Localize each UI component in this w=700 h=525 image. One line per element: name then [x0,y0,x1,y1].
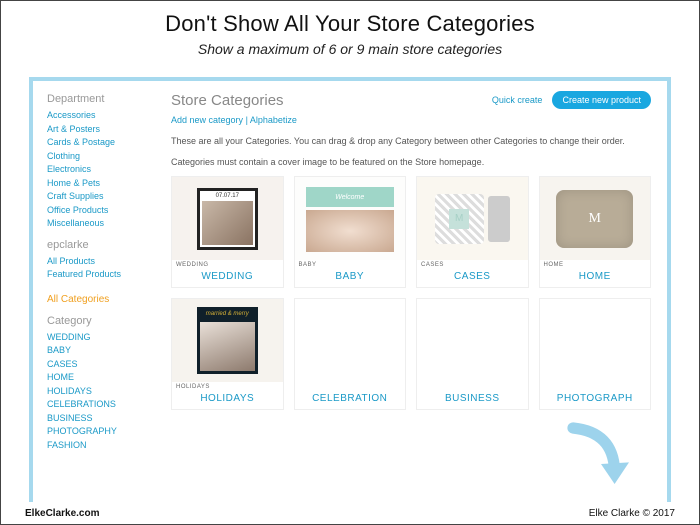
category-card-baby[interactable]: Welcome BABY BABY [294,176,407,288]
quick-create-link[interactable]: Quick create [492,95,543,105]
description-line-2: Categories must contain a cover image to… [171,156,651,169]
category-card-holidays[interactable]: married & merry HOLIDAYS HOLIDAYS [171,298,284,410]
thumb-banner: Welcome [306,187,394,207]
sidebar-link[interactable]: All Products [47,255,155,269]
card-label: PHOTOGRAPH [540,390,651,409]
sidebar-link[interactable]: Electronics [47,163,155,177]
sidebar-link[interactable]: Miscellaneous [47,217,155,231]
category-card-wedding[interactable]: 07.07.17 WEDDING WEDDING [171,176,284,288]
sidebar-link[interactable]: PHOTOGRAPHY [47,425,155,439]
tiny-label: HOME [540,260,651,268]
sidebar-link[interactable]: FASHION [47,439,155,453]
category-thumb: married & merry [172,299,283,382]
alphabetize-link[interactable]: Alphabetize [250,115,297,125]
category-thumb: M [540,177,651,260]
slide-frame: Don't Show All Your Store Categories Sho… [0,0,700,525]
pillow-letter: M [589,211,601,227]
card-label: WEDDING [172,268,283,287]
card-label: CASES [417,268,528,287]
category-thumb [417,299,528,390]
sidebar-link[interactable]: Accessories [47,109,155,123]
sidebar-all-categories[interactable]: All Categories [47,292,155,307]
sidebar-heading-store: epclarke [47,239,155,251]
category-grid: 07.07.17 WEDDING WEDDING Welcome BABY BA… [171,176,651,410]
category-thumb [295,299,406,390]
footer-copyright: Elke Clarke © 2017 [589,508,675,519]
sidebar-link[interactable]: WEDDING [47,331,155,345]
sidebar-link[interactable]: Clothing [47,150,155,164]
category-card-celebration[interactable]: CELEBRATION [294,298,407,410]
annotation-arrow-icon [557,416,637,496]
sublinks: Add new category | Alphabetize [171,115,651,125]
category-card-photograph[interactable]: PHOTOGRAPH [539,298,652,410]
headline: Don't Show All Your Store Categories [1,11,699,37]
tiny-label: HOLIDAYS [172,382,283,390]
main-panel: Store Categories Quick create Create new… [165,81,667,502]
sidebar-link[interactable]: Art & Posters [47,123,155,137]
sidebar-link[interactable]: Craft Supplies [47,190,155,204]
sidebar-link[interactable]: CELEBRATIONS [47,398,155,412]
sidebar-link[interactable]: HOME [47,371,155,385]
card-label: CELEBRATION [295,390,406,409]
sidebar-heading-department: Department [47,93,155,105]
sidebar: Department Accessories Art & Posters Car… [33,81,165,502]
header-actions: Quick create Create new product [492,91,651,109]
tiny-label: WEDDING [172,260,283,268]
category-card-home[interactable]: M HOME HOME [539,176,652,288]
footer-site: ElkeClarke.com [25,508,100,519]
sidebar-link[interactable]: CASES [47,358,155,372]
pillow-icon: M [556,190,633,248]
sidebar-link[interactable]: Home & Pets [47,177,155,191]
sidebar-link[interactable]: Cards & Postage [47,136,155,150]
page-title: Store Categories [171,92,284,109]
card-label: HOLIDAYS [172,390,283,409]
tiny-label: BABY [295,260,406,268]
description-line-1: These are all your Categories. You can d… [171,135,651,148]
category-card-cases[interactable]: CASES CASES [416,176,529,288]
app-layout: Department Accessories Art & Posters Car… [33,81,667,502]
subheadline: Show a maximum of 6 or 9 main store cate… [1,41,699,57]
category-thumb: Welcome [295,177,406,260]
screenshot-highlight-border: Department Accessories Art & Posters Car… [29,77,671,502]
category-thumb: 07.07.17 [172,177,283,260]
sidebar-link[interactable]: Featured Products [47,268,155,282]
sidebar-link[interactable]: Office Products [47,204,155,218]
category-thumb [417,177,528,260]
card-label: BUSINESS [417,390,528,409]
thumb-date: 07.07.17 [200,191,255,199]
thumb-holiday-text: married & merry [197,307,258,322]
add-new-category-link[interactable]: Add new category [171,115,243,125]
tiny-label: CASES [417,260,528,268]
create-new-product-button[interactable]: Create new product [552,91,651,109]
sidebar-heading-category: Category [47,315,155,327]
card-label: BABY [295,268,406,287]
category-thumb [540,299,651,390]
sidebar-link[interactable]: BUSINESS [47,412,155,426]
card-label: HOME [540,268,651,287]
main-header: Store Categories Quick create Create new… [171,91,651,109]
sidebar-link[interactable]: HOLIDAYS [47,385,155,399]
sidebar-link[interactable]: BABY [47,344,155,358]
category-card-business[interactable]: BUSINESS [416,298,529,410]
